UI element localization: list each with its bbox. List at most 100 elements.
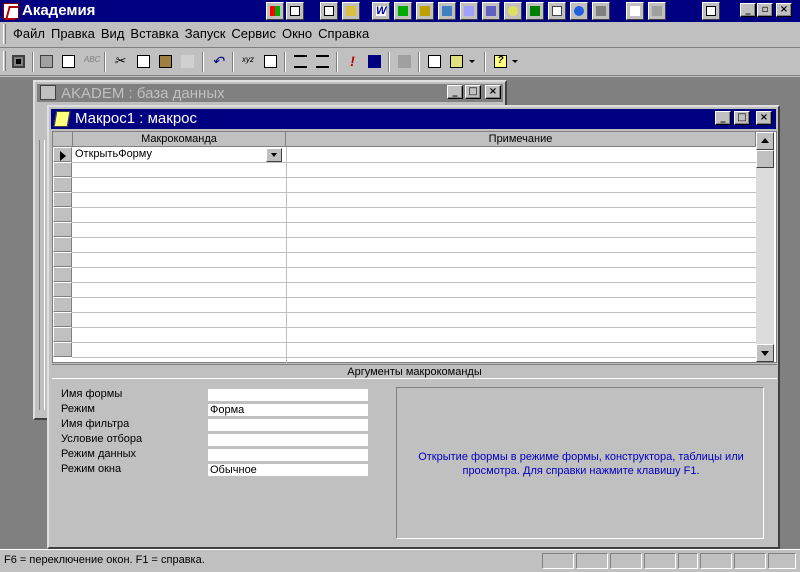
db-maximize-button[interactable]: □ (465, 85, 481, 99)
row-selector[interactable] (53, 192, 72, 207)
project-icon[interactable] (526, 2, 544, 20)
row-selector[interactable] (53, 237, 72, 252)
print-preview-icon[interactable] (58, 51, 80, 73)
scroll-down-button[interactable] (756, 344, 774, 362)
row-selector[interactable] (53, 147, 72, 162)
scroll-up-button[interactable] (756, 132, 774, 150)
menu-run[interactable]: Запуск (182, 22, 229, 41)
row-selector[interactable] (53, 207, 72, 222)
close-button[interactable]: × (776, 3, 792, 17)
grid-row-line (72, 267, 756, 268)
save-icon[interactable] (8, 51, 30, 73)
powerpoint-icon[interactable] (438, 2, 456, 20)
arg-label-data-mode: Режим данных (61, 448, 137, 460)
insert-row-icon[interactable] (290, 51, 312, 73)
macro-names-icon[interactable]: xyz (238, 51, 260, 73)
row-selector[interactable] (53, 312, 72, 327)
menu-help[interactable]: Справка (315, 22, 372, 41)
row-selector[interactable] (53, 327, 72, 342)
database-window-title-bar[interactable]: AKADEM : база данных _ □ × (37, 84, 503, 102)
macro-minimize-button[interactable]: _ (715, 111, 731, 125)
row-selector[interactable] (53, 222, 72, 237)
menu-file[interactable]: Файл (10, 22, 48, 41)
row-selector[interactable] (53, 177, 72, 192)
mail-icon[interactable] (548, 2, 566, 20)
arg-field-data-mode[interactable] (207, 448, 369, 462)
row-selector[interactable] (53, 162, 72, 177)
db-close-button[interactable]: × (485, 85, 501, 99)
menu-window[interactable]: Окно (279, 22, 315, 41)
office-menu-icon[interactable] (702, 2, 720, 20)
row-selector[interactable] (53, 267, 72, 282)
menu-view[interactable]: Вид (98, 22, 128, 41)
toolbar-grip[interactable] (3, 51, 6, 71)
office-doc-icon[interactable] (286, 2, 304, 20)
macro-window-title: Макрос1 : макрос (75, 110, 197, 127)
arg-field-filter-name[interactable] (207, 418, 369, 432)
run-icon[interactable]: ! (342, 51, 364, 73)
paste-icon[interactable] (155, 51, 177, 73)
arg-field-form-name[interactable] (207, 388, 369, 402)
undo-icon[interactable]: ↶ (208, 51, 230, 73)
binder-icon[interactable] (482, 2, 500, 20)
column-header-action[interactable]: Макрокоманда (73, 132, 286, 147)
cut-icon[interactable]: ✂ (110, 51, 132, 73)
word-icon[interactable]: W (372, 2, 390, 20)
database-window-icon[interactable] (424, 51, 446, 73)
row-selector[interactable] (53, 252, 72, 267)
arg-field-view[interactable]: Форма (207, 403, 369, 417)
help-dropdown-icon[interactable] (510, 51, 522, 73)
menu-grip[interactable] (3, 24, 6, 44)
app-title: Академия (22, 2, 96, 19)
macro-window[interactable]: Макрос1 : макрос _ □ × Макрокоманда Прим… (47, 105, 780, 549)
row-selector[interactable] (53, 282, 72, 297)
action-dropdown-button[interactable] (266, 148, 282, 162)
arg-field-where-condition[interactable] (207, 433, 369, 447)
minimize-button[interactable]: _ (740, 3, 756, 17)
menu-tools[interactable]: Сервис (228, 22, 279, 41)
conditions-icon[interactable] (260, 51, 282, 73)
grid-row-line (72, 297, 756, 298)
help-text: Открытие формы в режиме формы, конструкт… (418, 451, 744, 477)
arg-field-window-mode[interactable]: Обычное (207, 463, 369, 477)
delete-row-icon[interactable] (312, 51, 334, 73)
excel-icon[interactable] (394, 2, 412, 20)
macro-close-button[interactable]: × (756, 111, 772, 125)
grid-row-line (72, 357, 756, 358)
macro-maximize-button[interactable]: □ (734, 111, 750, 125)
row-selector[interactable] (53, 297, 72, 312)
clipboard-icon[interactable] (626, 2, 644, 20)
toolbar: ABC ✂ ↶ xyz ! ? (0, 48, 800, 76)
find-icon[interactable] (460, 2, 478, 20)
printer-icon[interactable] (648, 2, 666, 20)
menu-insert[interactable]: Вставка (127, 22, 181, 41)
restore-button[interactable]: ▫ (757, 3, 773, 17)
print-icon[interactable] (36, 51, 58, 73)
network-icon[interactable] (592, 2, 610, 20)
spelling-icon[interactable]: ABC (80, 51, 102, 73)
access-key-icon[interactable] (416, 2, 434, 20)
format-painter-icon[interactable] (177, 51, 199, 73)
internet-explorer-icon[interactable] (570, 2, 588, 20)
db-minimize-button[interactable]: _ (447, 85, 463, 99)
copy-icon[interactable] (133, 51, 155, 73)
schedule-icon[interactable] (504, 2, 522, 20)
macro-action-cell[interactable]: ОткрытьФорму (75, 148, 152, 161)
row-selector[interactable] (53, 342, 72, 357)
office-bar-icon[interactable] (266, 2, 284, 20)
macro-window-title-bar[interactable]: Макрос1 : макрос _ □ × (51, 109, 776, 129)
column-header-comment[interactable]: Примечание (286, 132, 756, 147)
macro-design-grid[interactable]: Макрокоманда Примечание ОткрытьФорму (52, 131, 777, 363)
new-object-dropdown-icon[interactable] (467, 51, 479, 73)
new-doc-icon[interactable] (320, 2, 338, 20)
grid-vertical-scrollbar[interactable] (756, 132, 774, 362)
access-app-icon[interactable] (3, 3, 19, 19)
scroll-thumb[interactable] (756, 150, 774, 168)
status-pane (700, 553, 732, 569)
single-step-icon[interactable] (364, 51, 386, 73)
build-icon[interactable] (394, 51, 416, 73)
new-object-icon[interactable] (446, 51, 468, 73)
open-folder-icon[interactable] (342, 2, 360, 20)
menu-edit[interactable]: Правка (48, 22, 98, 41)
help-icon[interactable]: ? (490, 51, 512, 73)
